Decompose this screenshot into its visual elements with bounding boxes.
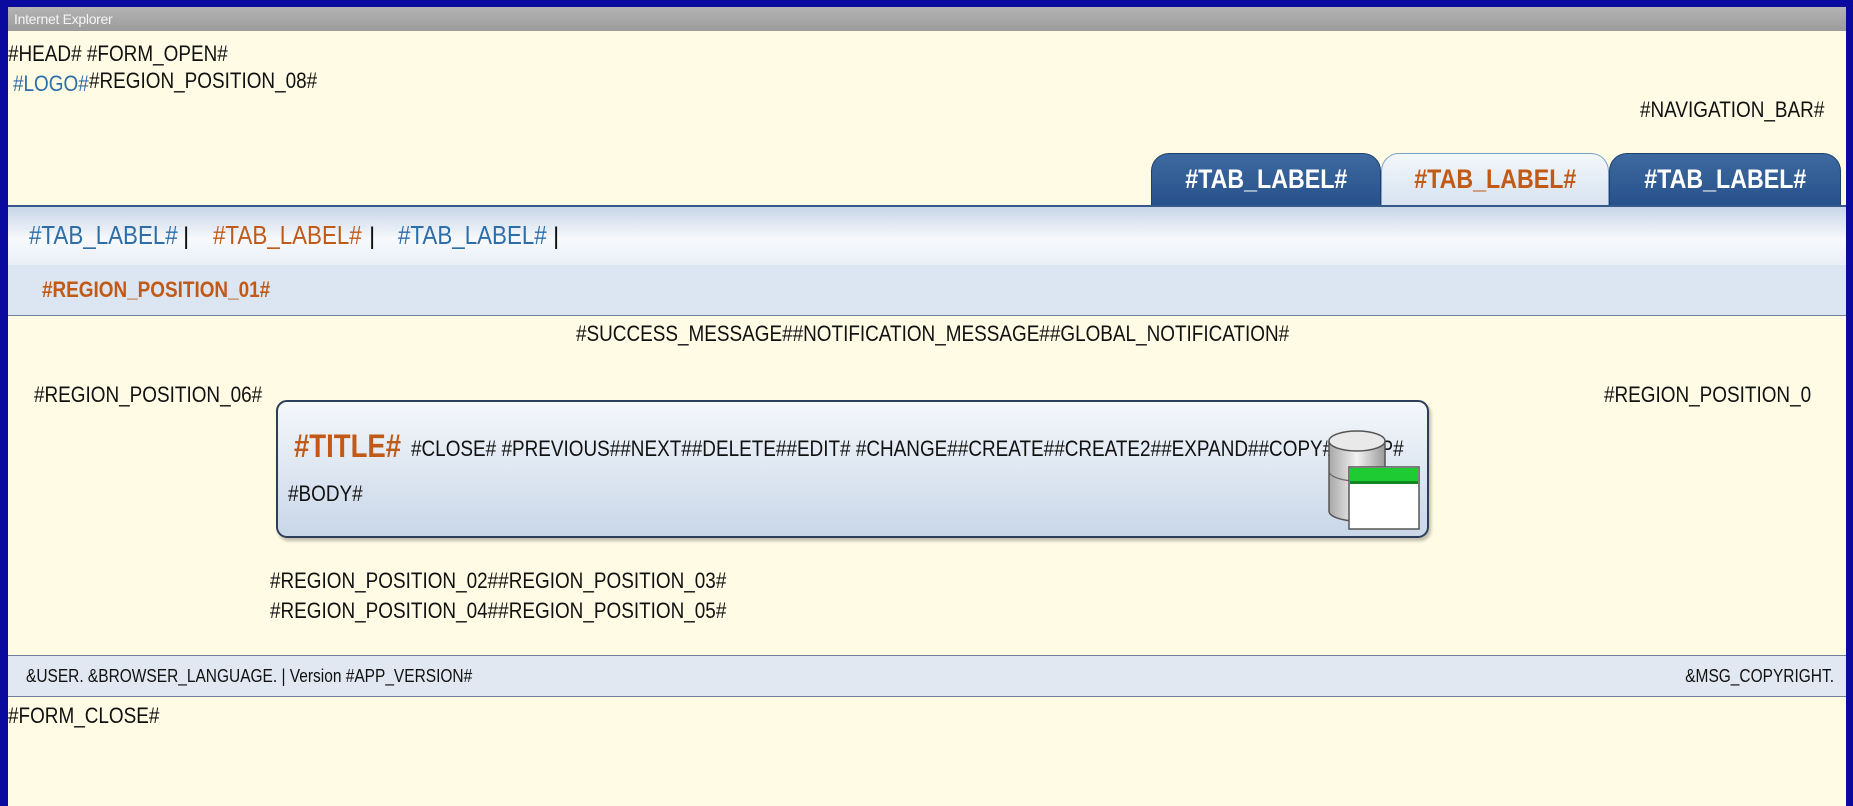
region-position-04-05: #REGION_POSITION_04##REGION_POSITION_05# [270,598,727,623]
tab-3[interactable]: #TAB_LABEL# [1609,153,1841,207]
panel-title: #TITLE# [294,428,402,464]
window-titlebar: Internet Explorer [8,7,1846,31]
subnav-separator: | [183,223,190,250]
logo[interactable]: #LOGO# [13,71,89,97]
message-area: #SUCCESS_MESSAGE##NOTIFICATION_MESSAGE##… [576,321,1290,346]
panel-action-buttons[interactable]: #CLOSE# #PREVIOUS##NEXT##DELETE##EDIT# #… [411,436,1404,462]
panel-body: #BODY# [288,481,363,506]
region-position-08: #REGION_POSITION_08# [89,68,318,93]
subnav-separator: | [553,223,560,250]
tab-2-active[interactable]: #TAB_LABEL# [1381,153,1609,206]
database-icon [1328,430,1420,530]
sub-navigation-bar: #TAB_LABEL# | #TAB_LABEL# | #TAB_LABEL# … [8,205,1846,267]
footer-copyright: &MSG_COPYRIGHT. [1685,666,1834,686]
footer-user-version: &USER. &BROWSER_LANGUAGE. | Version #APP… [26,666,473,686]
region-position-06: #REGION_POSITION_06# [34,382,263,407]
subnav-item-1[interactable]: #TAB_LABEL# [29,220,178,251]
region-position-01-bar: #REGION_POSITION_01# [8,265,1846,316]
region-position-right: #REGION_POSITION_0 [1604,382,1812,407]
subnav-separator: | [369,223,376,250]
footer-bar: &USER. &BROWSER_LANGUAGE. | Version #APP… [8,655,1846,697]
head-form-open-placeholder: #HEAD# #FORM_OPEN# [8,41,228,66]
region-position-01: #REGION_POSITION_01# [42,277,271,302]
tab-3-label: #TAB_LABEL# [1643,164,1807,194]
subnav-item-2-active[interactable]: #TAB_LABEL# [213,220,362,251]
browser-window: Internet Explorer #HEAD# #FORM_OPEN# #LO… [8,7,1846,806]
form-close-placeholder: #FORM_CLOSE# [8,703,160,728]
tab-1-label: #TAB_LABEL# [1184,164,1348,194]
subnav-item-3[interactable]: #TAB_LABEL# [398,220,547,251]
content-region-panel: #TITLE# #CLOSE# #PREVIOUS##NEXT##DELETE#… [276,400,1429,538]
tab-1[interactable]: #TAB_LABEL# [1151,153,1381,207]
tab-2-label: #TAB_LABEL# [1413,164,1577,194]
region-position-02-03: #REGION_POSITION_02##REGION_POSITION_03# [270,568,727,593]
navigation-bar: #NAVIGATION_BAR# [1640,97,1825,122]
